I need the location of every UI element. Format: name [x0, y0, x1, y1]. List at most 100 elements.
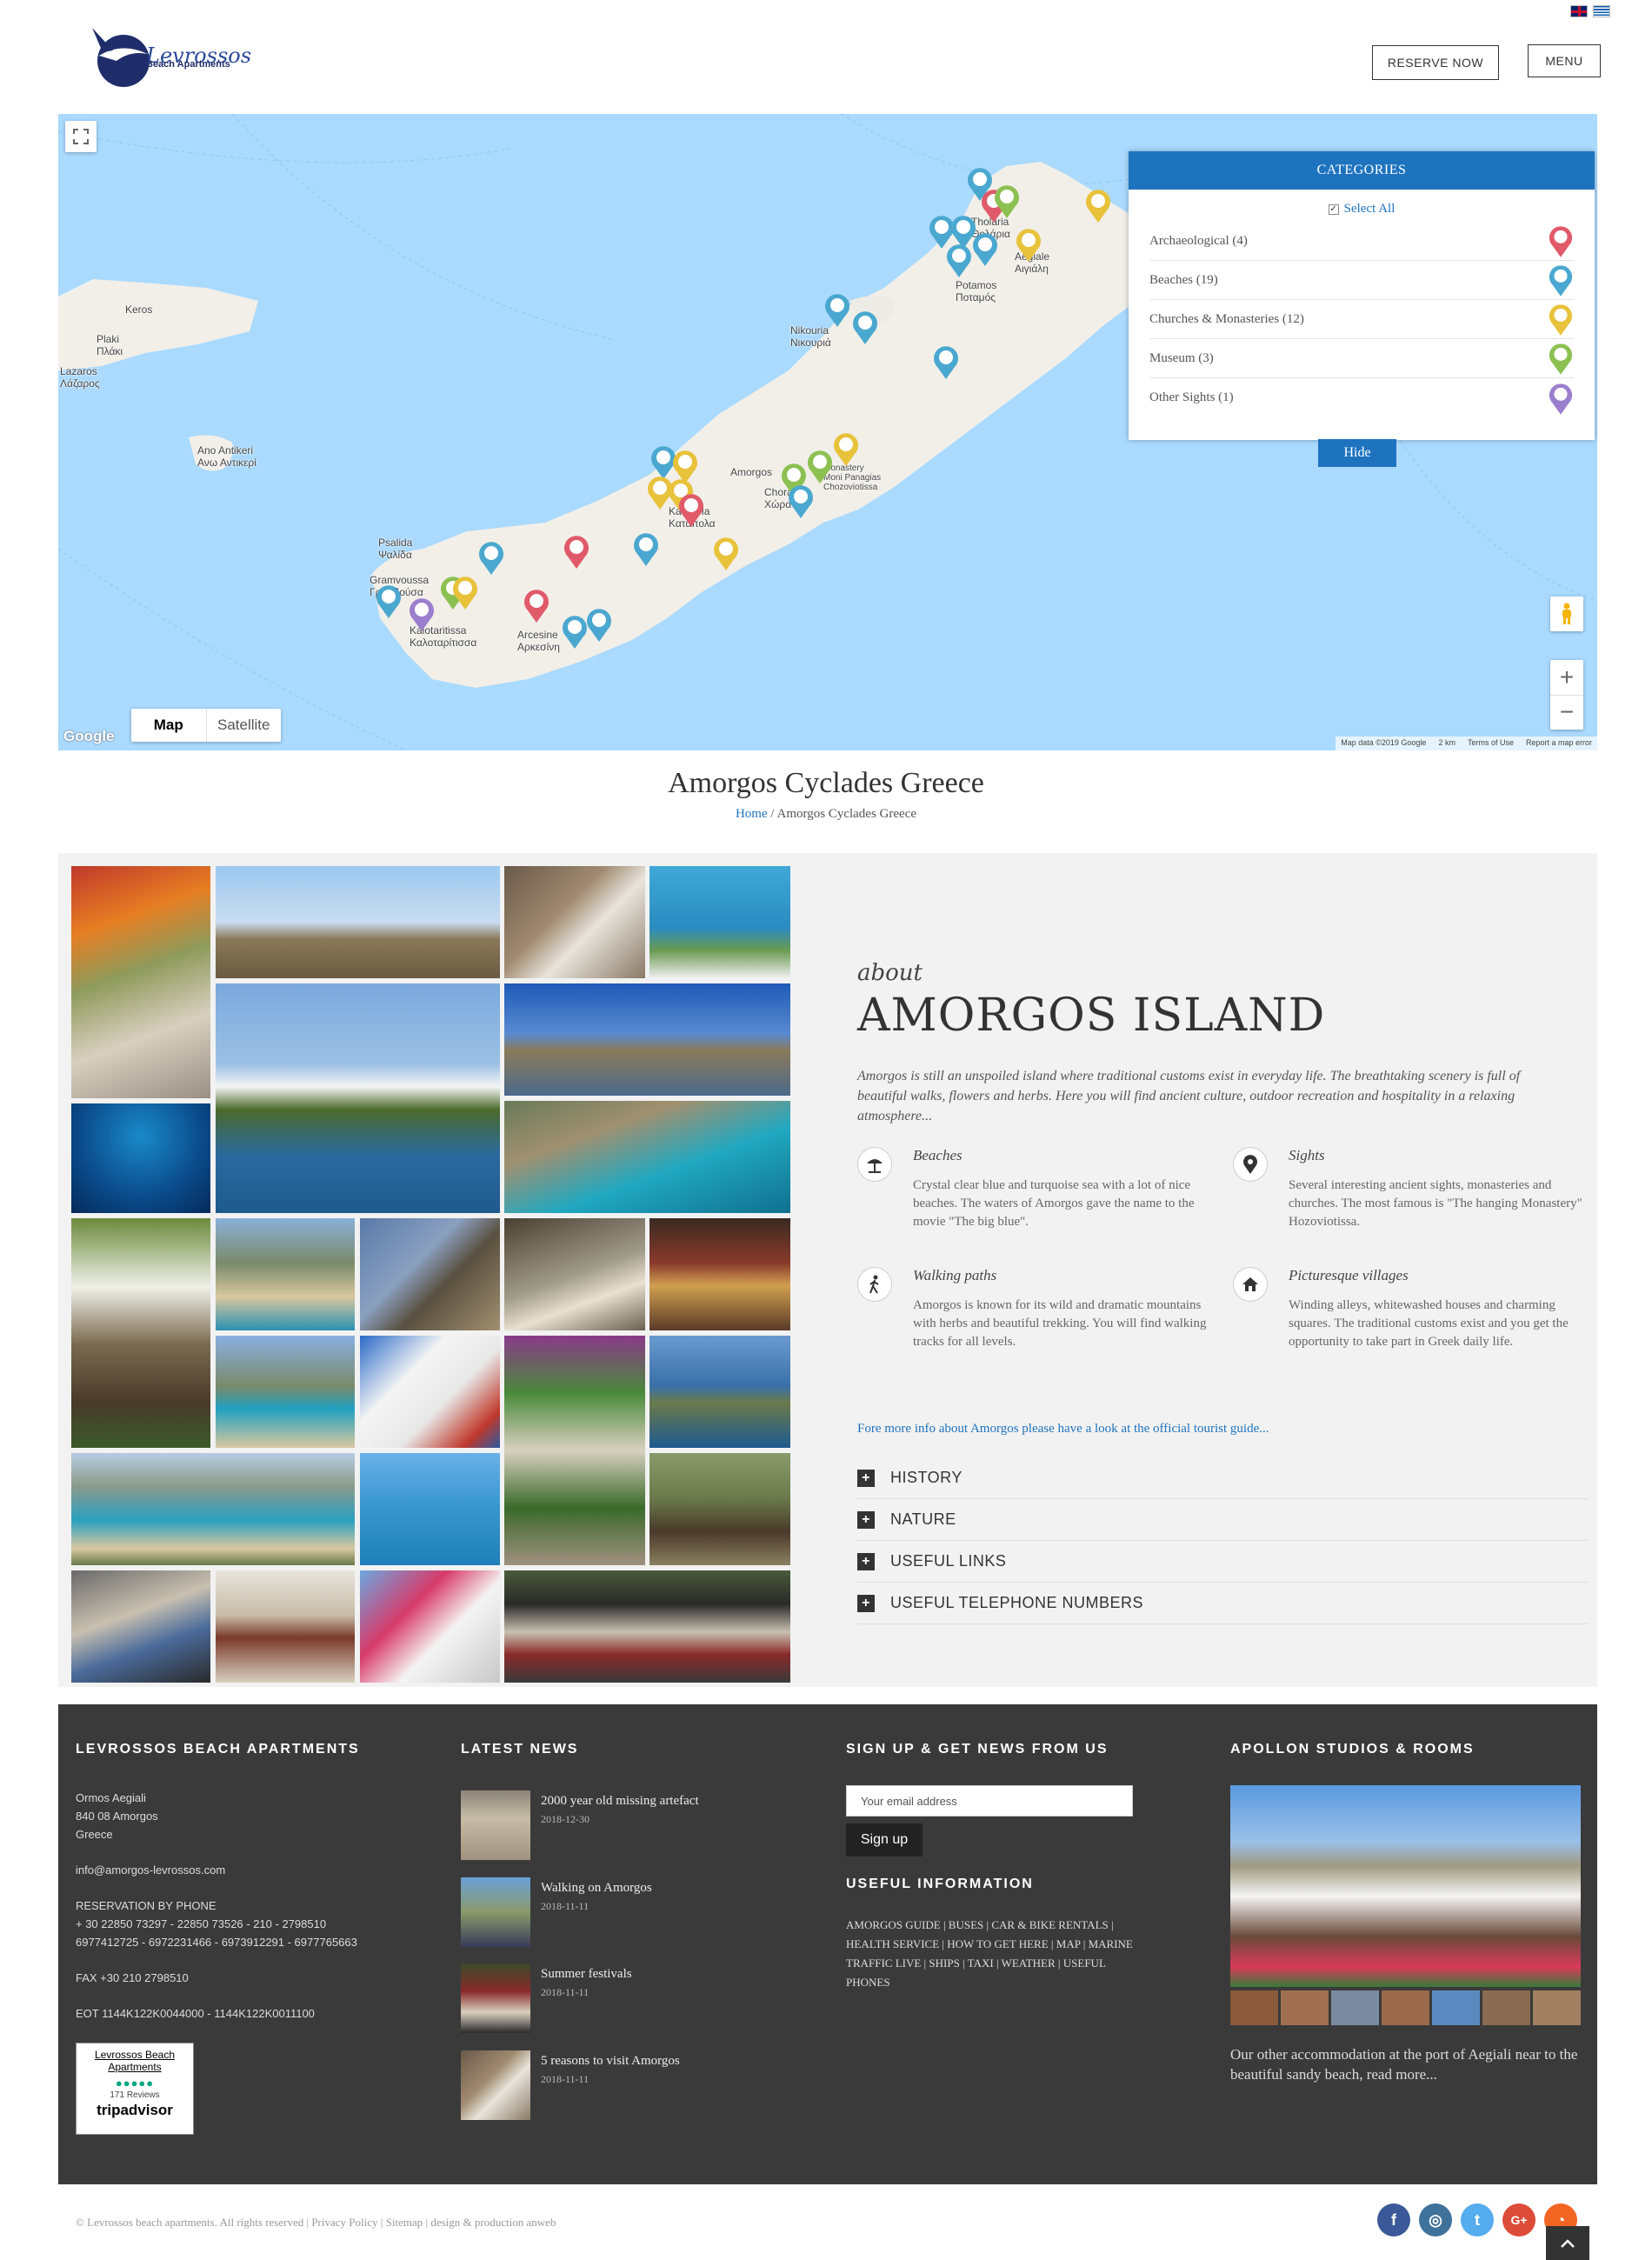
reserve-now-button[interactable]: RESERVE NOW: [1372, 45, 1499, 80]
googleplus-icon[interactable]: G+: [1502, 2203, 1535, 2237]
accordion-nature[interactable]: + NATURE: [857, 1499, 1588, 1541]
beach-pin-icon[interactable]: [585, 607, 613, 642]
category-churches[interactable]: Churches & Monasteries (12): [1149, 300, 1574, 339]
copyright[interactable]: © Levrossos beach apartments. All rights…: [76, 2216, 556, 2230]
news-title[interactable]: Summer festivals: [541, 1967, 632, 1982]
menu-button[interactable]: MENU: [1528, 44, 1601, 77]
useful-links[interactable]: AMORGOS GUIDE | BUSES | CAR & BIKE RENTA…: [846, 1916, 1142, 1992]
beach-pin-icon[interactable]: [823, 292, 851, 327]
accordion-label[interactable]: HISTORY: [890, 1469, 963, 1487]
fullscreen-icon[interactable]: [65, 121, 97, 152]
gallery-photo[interactable]: [504, 1101, 790, 1213]
plus-icon[interactable]: +: [857, 1594, 875, 1612]
gallery-photo[interactable]: [216, 866, 500, 978]
gallery-photo[interactable]: [71, 1570, 210, 1683]
select-all-toggle[interactable]: ✓ Select All: [1129, 202, 1595, 217]
category-label[interactable]: Other Sights (1): [1149, 390, 1234, 405]
news-item[interactable]: 5 reasons to visit Amorgos 2018-11-11: [461, 2050, 791, 2120]
plus-icon[interactable]: +: [857, 1552, 875, 1570]
checkbox-icon[interactable]: ✓: [1328, 203, 1339, 215]
zoom-out-button[interactable]: −: [1550, 694, 1583, 730]
archaeological-pin-icon[interactable]: [677, 492, 705, 527]
gallery-photo[interactable]: [71, 1453, 355, 1565]
church-pin-icon[interactable]: [712, 536, 740, 570]
news-title[interactable]: Walking on Amorgos: [541, 1881, 652, 1896]
plus-icon[interactable]: +: [857, 1510, 875, 1529]
signup-button[interactable]: Sign up: [846, 1823, 923, 1857]
apollon-photo[interactable]: [1230, 1785, 1581, 1987]
gallery-photo[interactable]: [504, 1336, 645, 1565]
museum-pin-icon[interactable]: [993, 183, 1021, 218]
tourist-guide-link[interactable]: Fore more info about Amorgos please have…: [857, 1422, 1553, 1437]
church-pin-icon[interactable]: [1084, 188, 1112, 223]
beach-pin-icon[interactable]: [945, 243, 973, 277]
news-thumbnail[interactable]: [461, 1963, 530, 2033]
apollon-description[interactable]: Our other accommodation at the port of A…: [1230, 2044, 1581, 2084]
gallery-photo[interactable]: [360, 1336, 500, 1448]
accordion-history[interactable]: + HISTORY: [857, 1457, 1588, 1499]
apollon-thumbnail[interactable]: [1432, 1990, 1480, 2025]
email-link[interactable]: info@amorgos-levrossos.com: [76, 1861, 423, 1879]
gallery-photo[interactable]: [216, 1218, 355, 1330]
accordion-label[interactable]: NATURE: [890, 1510, 956, 1529]
news-title[interactable]: 2000 year old missing artefact: [541, 1794, 699, 1809]
english-flag-icon[interactable]: [1570, 5, 1588, 17]
breadcrumb-home-link[interactable]: Home: [736, 807, 768, 821]
news-item[interactable]: Summer festivals 2018-11-11: [461, 1963, 791, 2033]
gallery-photo[interactable]: [649, 1218, 790, 1330]
accordion-useful-links[interactable]: + USEFUL LINKS: [857, 1541, 1588, 1583]
gallery-photo[interactable]: [504, 983, 790, 1096]
gallery-photo[interactable]: [71, 866, 210, 1098]
gallery-photo[interactable]: [216, 983, 500, 1213]
news-thumbnail[interactable]: [461, 1790, 530, 1860]
category-label[interactable]: Archaeological (4): [1149, 234, 1248, 249]
plus-icon[interactable]: +: [857, 1469, 875, 1487]
apollon-thumbnail[interactable]: [1281, 1990, 1329, 2025]
select-all-label[interactable]: Select All: [1344, 202, 1396, 217]
apollon-thumbnail[interactable]: [1230, 1990, 1278, 2025]
instagram-icon[interactable]: ◎: [1419, 2203, 1452, 2237]
email-input[interactable]: Your email address: [846, 1785, 1133, 1817]
greek-flag-icon[interactable]: [1593, 5, 1610, 17]
gallery-photo[interactable]: [504, 866, 645, 978]
archaeological-pin-icon[interactable]: [563, 534, 590, 569]
category-label[interactable]: Museum (3): [1149, 351, 1214, 366]
category-museum[interactable]: Museum (3): [1149, 339, 1574, 378]
category-label[interactable]: Churches & Monasteries (12): [1149, 312, 1304, 327]
gallery-photo[interactable]: [504, 1570, 790, 1683]
beach-pin-icon[interactable]: [971, 231, 999, 266]
twitter-icon[interactable]: t: [1461, 2203, 1494, 2237]
news-thumbnail[interactable]: [461, 1877, 530, 1947]
beach-pin-icon[interactable]: [932, 344, 960, 379]
gallery-photo[interactable]: [649, 866, 790, 978]
gallery-photo[interactable]: [216, 1570, 355, 1683]
news-item[interactable]: 2000 year old missing artefact 2018-12-3…: [461, 1790, 791, 1860]
gallery-photo[interactable]: [360, 1453, 500, 1565]
tripadvisor-hotel-name[interactable]: Levrossos Beach Apartments: [77, 2049, 193, 2073]
beach-pin-icon[interactable]: [632, 531, 660, 566]
facebook-icon[interactable]: f: [1377, 2203, 1410, 2237]
gallery-photo[interactable]: [360, 1570, 500, 1683]
church-pin-icon[interactable]: [451, 575, 479, 610]
terms-of-use-link[interactable]: Terms of Use: [1468, 738, 1514, 749]
zoom-in-button[interactable]: +: [1550, 660, 1583, 695]
apollon-thumbnail[interactable]: [1331, 1990, 1379, 2025]
accordion-label[interactable]: USEFUL TELEPHONE NUMBERS: [890, 1594, 1143, 1612]
beach-pin-icon[interactable]: [851, 310, 879, 344]
hide-categories-button[interactable]: Hide: [1318, 439, 1396, 467]
category-beaches[interactable]: Beaches (19): [1149, 261, 1574, 300]
news-thumbnail[interactable]: [461, 2050, 530, 2120]
accordion-label[interactable]: USEFUL LINKS: [890, 1552, 1006, 1570]
category-other-sights[interactable]: Other Sights (1): [1149, 378, 1574, 417]
gallery-photo[interactable]: [216, 1336, 355, 1448]
accordion-telephone-numbers[interactable]: + USEFUL TELEPHONE NUMBERS: [857, 1583, 1588, 1624]
news-item[interactable]: Walking on Amorgos 2018-11-11: [461, 1877, 791, 1947]
apollon-thumbnail[interactable]: [1482, 1990, 1530, 2025]
beach-pin-icon[interactable]: [787, 483, 815, 518]
news-title[interactable]: 5 reasons to visit Amorgos: [541, 2054, 680, 2069]
beach-pin-icon[interactable]: [477, 540, 505, 575]
church-pin-icon[interactable]: [1015, 227, 1042, 262]
gallery-photo[interactable]: [504, 1218, 645, 1330]
category-label[interactable]: Beaches (19): [1149, 273, 1218, 288]
beach-pin-icon[interactable]: [375, 583, 403, 618]
